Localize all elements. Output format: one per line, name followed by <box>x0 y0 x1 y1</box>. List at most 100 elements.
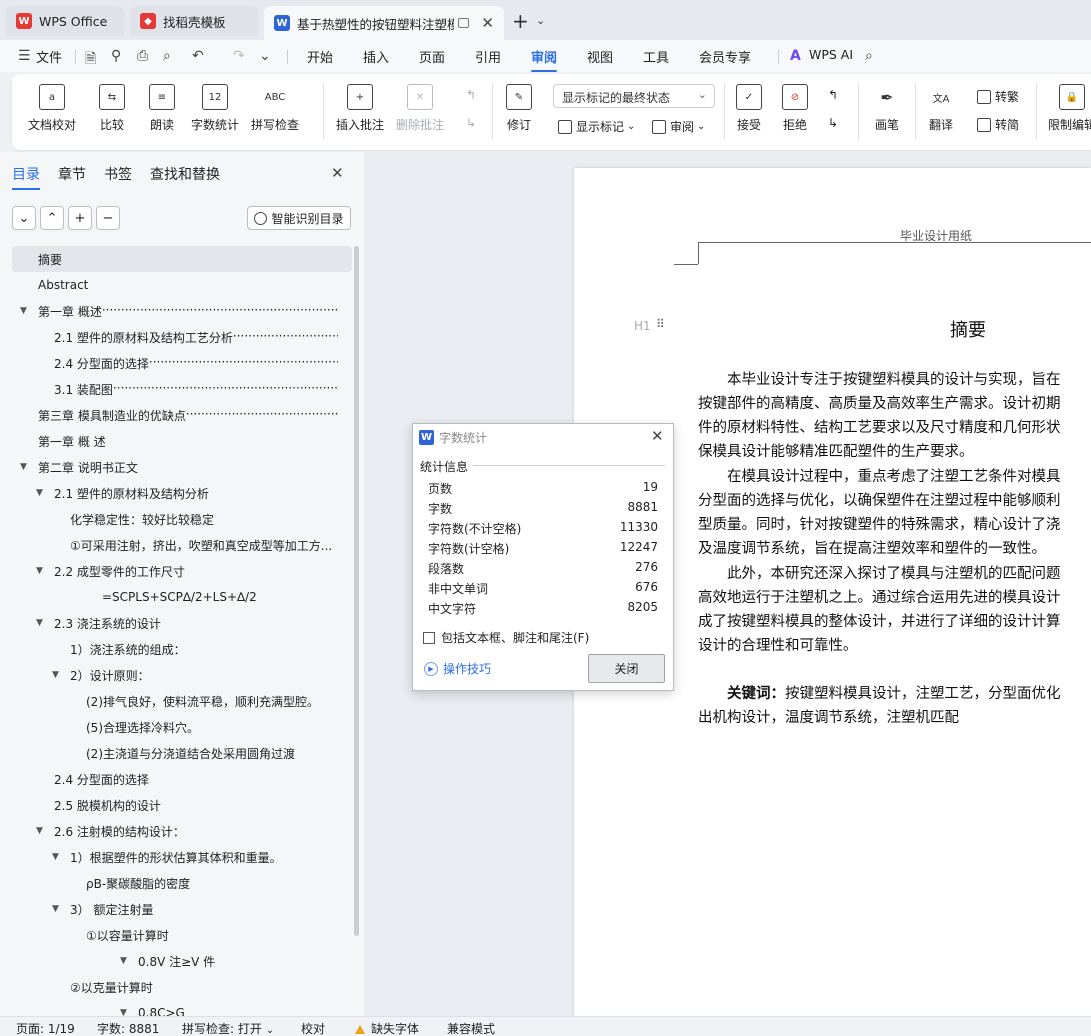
to-simplified-button[interactable]: 转简 <box>977 116 1019 133</box>
expand-toggle-icon[interactable]: ▼ <box>120 956 127 966</box>
tab-toc[interactable]: 目录 <box>12 164 40 190</box>
insert-comment-button[interactable]: + 插入批注 <box>336 84 384 133</box>
menu-insert[interactable]: 插入 <box>363 47 389 66</box>
proof-status[interactable]: 校对 <box>301 1020 325 1036</box>
toc-item[interactable]: ▼ 2.3 浇注系统的设计 <box>12 610 352 636</box>
checkbox-box[interactable] <box>423 631 435 644</box>
translate-button[interactable]: 文A 翻译 <box>928 84 954 133</box>
toc-item[interactable]: 化学稳定性：较好比较稳定 <box>12 506 352 532</box>
close-tab-icon[interactable]: ✕ <box>481 14 494 32</box>
tab-wps-office[interactable]: W WPS Office <box>6 6 124 36</box>
smart-toc-button[interactable]: 智能识别目录 <box>247 206 351 230</box>
expand-toggle-icon[interactable]: ▼ <box>52 904 59 914</box>
page-indicator[interactable]: 页面: 1/19 <box>16 1020 75 1036</box>
tips-link[interactable]: ▶ 操作技巧 <box>424 660 491 677</box>
menu-tools[interactable]: 工具 <box>643 47 669 66</box>
toc-item[interactable]: ▼ 2.1 塑件的原材料及结构分析 <box>12 480 352 506</box>
include-notes-checkbox[interactable]: 包括文本框、脚注和尾注(F) <box>423 629 589 646</box>
tab-find-replace[interactable]: 查找和替换 <box>150 164 220 184</box>
expand-toggle-icon[interactable]: ▼ <box>36 566 43 576</box>
delete-comment-button[interactable]: ✕ 删除批注 <box>396 84 444 133</box>
toc-item[interactable]: 摘要 <box>12 246 352 272</box>
tab-sections[interactable]: 章节 <box>58 164 86 184</box>
dialog-titlebar[interactable]: W 字数统计 <box>419 429 487 446</box>
toc-item[interactable]: ▼ 第一章 概述 ·································… <box>12 298 352 324</box>
track-changes-button[interactable]: ✎ 修订 <box>506 84 532 133</box>
redo-icon[interactable]: ↷ <box>233 48 245 64</box>
missing-font-status[interactable]: 缺失字体 <box>355 1020 419 1036</box>
toc-item[interactable]: ①以容量计算时 <box>12 922 352 948</box>
toc-item[interactable]: ρB-聚碳酸脂的密度 <box>12 870 352 896</box>
save-icon[interactable]: 🗎 <box>85 48 96 72</box>
toc-item[interactable]: ▼ 第二章 说明书正文 <box>12 454 352 480</box>
undo-icon[interactable]: ↶ <box>192 48 204 64</box>
toc-item[interactable]: (2)主浇道与分浇道结合处采用圆角过渡 <box>12 740 352 766</box>
toc-item[interactable]: (5)合理选择冷料穴。 <box>12 714 352 740</box>
next-comment-icon[interactable]: ↳ <box>466 116 476 130</box>
expand-toggle-icon[interactable]: ▼ <box>36 488 43 498</box>
toc-item[interactable]: ▼ 2）设计原则： <box>12 662 352 688</box>
collapse-icon[interactable]: ⌄ <box>12 206 36 230</box>
menu-view[interactable]: 视图 <box>587 47 613 66</box>
window-icon[interactable] <box>458 18 470 28</box>
review-pane-button[interactable]: 审阅 ⌄ <box>652 118 705 135</box>
expand-toggle-icon[interactable]: ▼ <box>20 306 27 316</box>
tab-current-document[interactable]: W 基于热塑性的按钮塑料注塑模 ✕ <box>264 6 504 40</box>
restrict-edit-button[interactable]: 🔒 限制编辑 <box>1048 84 1091 133</box>
toc-item[interactable]: 2.5 脱模机构的设计 <box>12 792 352 818</box>
add-icon[interactable]: + <box>68 206 92 230</box>
doc-proof-button[interactable]: a 文档校对 <box>28 84 76 133</box>
close-icon[interactable]: ✕ <box>651 427 664 445</box>
reject-button[interactable]: ⊘ 拒绝 <box>782 84 808 133</box>
expand-toggle-icon[interactable]: ▼ <box>52 670 59 680</box>
close-icon[interactable]: ✕ <box>331 164 344 182</box>
spell-check-status[interactable]: 拼写检查: 打开 ⌄ <box>182 1020 274 1036</box>
toc-item[interactable]: 第一章 概 述 <box>12 428 352 454</box>
menu-review[interactable]: 审阅 <box>531 47 558 72</box>
expand-toggle-icon[interactable]: ▼ <box>52 852 59 862</box>
wps-ai-button[interactable]: WPS AI <box>809 47 853 62</box>
drag-handle-icon[interactable]: ⠿ <box>656 317 665 331</box>
expand-toggle-icon[interactable]: ▼ <box>36 826 43 836</box>
menu-references[interactable]: 引用 <box>475 47 501 66</box>
compare-button[interactable]: ⇆ 比较 <box>99 84 125 133</box>
toc-item[interactable]: 2.4 分型面的选择 <box>12 766 352 792</box>
word-count-button[interactable]: 12 字数统计 <box>191 84 239 133</box>
toc-item[interactable]: ▼ 0.8V 注≥V 件 <box>12 948 352 974</box>
remove-icon[interactable]: − <box>96 206 120 230</box>
toc-item[interactable]: 第三章 模具制造业的优缺点 ···························… <box>12 402 352 428</box>
toc-item[interactable]: 2.4 分型面的选择 ······························… <box>12 350 352 376</box>
menu-page[interactable]: 页面 <box>419 47 445 66</box>
toc-item[interactable]: Abstract <box>12 272 352 298</box>
prev-comment-icon[interactable]: ↰ <box>466 88 476 102</box>
next-change-icon[interactable]: ↳ <box>828 116 838 130</box>
file-menu[interactable]: 文件 <box>36 47 62 66</box>
search-icon[interactable]: ⌕ <box>865 48 873 64</box>
expand-toggle-icon[interactable]: ▼ <box>36 618 43 628</box>
toc-item[interactable]: ▼ 2.2 成型零件的工作尺寸 <box>12 558 352 584</box>
expand-icon[interactable]: ⌃ <box>40 206 64 230</box>
toc-item[interactable]: 1）浇注系统的组成： <box>12 636 352 662</box>
toc-item[interactable]: =SCPLS+SCP∆/2+LS+∆/2 <box>12 584 352 610</box>
toc-item[interactable]: ②以克量计算时 <box>12 974 352 1000</box>
toc-item[interactable]: ▼ 1）根据塑件的形状估算其体积和重量。 <box>12 844 352 870</box>
menu-member[interactable]: 会员专享 <box>699 47 751 66</box>
ink-button[interactable]: ✒ 画笔 <box>874 84 900 133</box>
read-aloud-button[interactable]: ≡ 朗读 <box>149 84 175 133</box>
new-tab-icon[interactable]: + <box>512 9 529 33</box>
hamburger-icon[interactable]: ☰ <box>18 48 31 64</box>
scrollbar[interactable] <box>354 246 359 936</box>
toc-item[interactable]: 2.1 塑件的原材料及结构工艺分析 ·······················… <box>12 324 352 350</box>
spell-check-button[interactable]: ABC 拼写检查 <box>251 84 299 133</box>
print-icon[interactable]: ⎙ <box>137 48 148 64</box>
wps-ai-icon[interactable]: A <box>790 48 801 64</box>
markup-state-select[interactable]: 显示标记的最终状态 ⌄ <box>553 84 715 108</box>
menu-home[interactable]: 开始 <box>307 47 333 66</box>
show-markup-button[interactable]: 显示标记 ⌄ <box>558 118 635 135</box>
accept-button[interactable]: ✓ 接受 <box>736 84 762 133</box>
toc-item[interactable]: ①可采用注射，挤出，吹塑和真空成型等加工方... <box>12 532 352 558</box>
toc-item[interactable]: ▼ 3） 额定注射量 <box>12 896 352 922</box>
tab-bookmarks[interactable]: 书签 <box>104 164 132 184</box>
tab-docer-templates[interactable]: ◆ 找稻壳模板 <box>130 6 258 36</box>
prev-change-icon[interactable]: ↰ <box>828 88 838 102</box>
